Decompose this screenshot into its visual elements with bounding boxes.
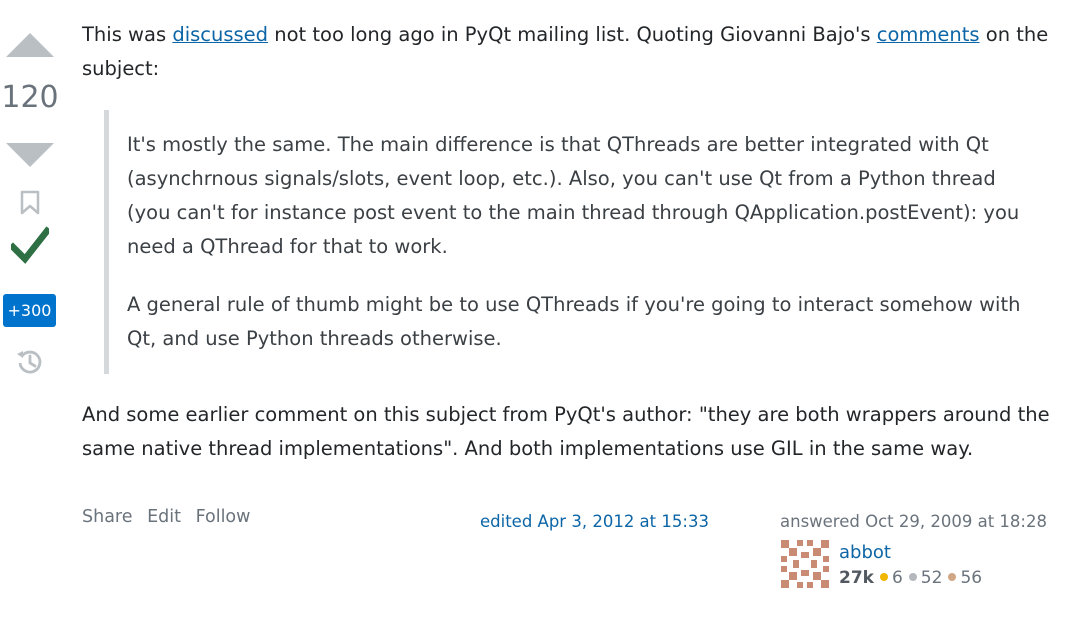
text-segment: This was — [82, 23, 173, 46]
quote-paragraph-2: A general rule of thumb might be to use … — [127, 293, 1021, 350]
bounty-badge: +300 — [3, 294, 56, 327]
vote-up-icon[interactable] — [6, 33, 54, 57]
silver-badge-count: 52 — [920, 568, 943, 588]
gold-badge-icon — [879, 573, 888, 581]
discussed-link[interactable]: discussed — [172, 23, 268, 46]
answer-paragraph-1: This was discussed not too long ago in P… — [82, 18, 1072, 86]
bookmark-icon[interactable] — [19, 190, 41, 216]
history-icon[interactable] — [15, 347, 45, 377]
share-link[interactable]: Share — [82, 507, 133, 527]
edited-timestamp[interactable]: edited Apr 3, 2012 at 15:33 — [480, 512, 709, 531]
answer-body: This was discussed not too long ago in P… — [82, 18, 1072, 86]
text-segment: not too long ago in PyQt mailing list. Q… — [268, 23, 877, 46]
vote-down-icon[interactable] — [6, 143, 54, 167]
quote-paragraph-1: It's mostly the same. The main differenc… — [127, 133, 1020, 258]
follow-link[interactable]: Follow — [196, 507, 251, 527]
user-name-link[interactable]: abbot — [839, 542, 891, 563]
bronze-badge-icon — [948, 573, 957, 581]
silver-badge-icon — [908, 573, 917, 581]
edit-link[interactable]: Edit — [147, 507, 181, 527]
bronze-badge-count: 56 — [960, 568, 983, 588]
post-actions: Share Edit Follow — [82, 507, 259, 527]
user-stats: 27k 6 52 56 — [839, 568, 982, 588]
vote-count: 120 — [1, 80, 59, 115]
reputation-score: 27k — [839, 568, 874, 588]
gold-badge-count: 6 — [891, 568, 903, 588]
check-icon — [11, 226, 49, 264]
quote-block: It's mostly the same. The main differenc… — [104, 110, 1044, 374]
answered-timestamp: answered Oct 29, 2009 at 18:28 — [780, 512, 1047, 531]
avatar[interactable] — [781, 540, 829, 588]
comments-link[interactable]: comments — [877, 23, 980, 46]
answer-paragraph-2: And some earlier comment on this subject… — [82, 403, 1050, 460]
